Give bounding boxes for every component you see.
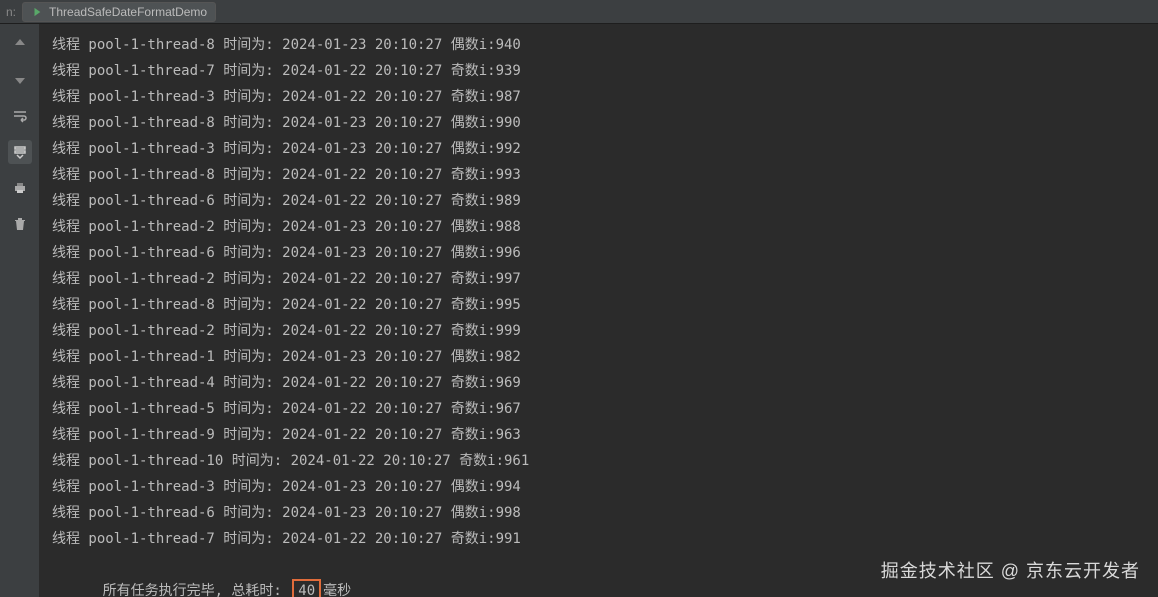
run-config-title: ThreadSafeDateFormatDemo xyxy=(49,5,207,19)
summary-prefix: 所有任务执行完毕, 总耗时: xyxy=(103,583,291,597)
log-line: 线程 pool-1-thread-6 时间为: 2024-01-23 20:10… xyxy=(52,240,1158,266)
log-line: 线程 pool-1-thread-5 时间为: 2024-01-22 20:10… xyxy=(52,396,1158,422)
log-line: 线程 pool-1-thread-8 时间为: 2024-01-23 20:10… xyxy=(52,110,1158,136)
scroll-to-end-icon[interactable] xyxy=(8,140,32,164)
log-line: 线程 pool-1-thread-4 时间为: 2024-01-22 20:10… xyxy=(52,370,1158,396)
run-icon xyxy=(31,6,43,18)
log-line: 线程 pool-1-thread-2 时间为: 2024-01-22 20:10… xyxy=(52,266,1158,292)
log-line: 线程 pool-1-thread-6 时间为: 2024-01-23 20:10… xyxy=(52,500,1158,526)
console-sidebar xyxy=(0,24,40,597)
up-stack-icon[interactable] xyxy=(8,32,32,56)
run-config-tab[interactable]: ThreadSafeDateFormatDemo xyxy=(22,2,216,22)
log-line: 线程 pool-1-thread-2 时间为: 2024-01-23 20:10… xyxy=(52,214,1158,240)
soft-wrap-icon[interactable] xyxy=(8,104,32,128)
print-icon[interactable] xyxy=(8,176,32,200)
log-line: 线程 pool-1-thread-6 时间为: 2024-01-22 20:10… xyxy=(52,188,1158,214)
console-output[interactable]: 线程 pool-1-thread-8 时间为: 2024-01-23 20:10… xyxy=(40,24,1158,597)
log-line: 线程 pool-1-thread-9 时间为: 2024-01-22 20:10… xyxy=(52,422,1158,448)
log-line: 线程 pool-1-thread-7 时间为: 2024-01-22 20:10… xyxy=(52,526,1158,552)
log-line: 线程 pool-1-thread-3 时间为: 2024-01-23 20:10… xyxy=(52,136,1158,162)
run-tool-header: n: ThreadSafeDateFormatDemo xyxy=(0,0,1158,24)
main-area: 线程 pool-1-thread-8 时间为: 2024-01-23 20:10… xyxy=(0,24,1158,597)
summary-suffix: 毫秒 xyxy=(323,583,351,597)
log-line: 线程 pool-1-thread-1 时间为: 2024-01-23 20:10… xyxy=(52,344,1158,370)
summary-highlight: 40 xyxy=(292,579,321,597)
header-prefix: n: xyxy=(6,5,16,19)
log-line: 线程 pool-1-thread-8 时间为: 2024-01-22 20:10… xyxy=(52,292,1158,318)
log-line: 线程 pool-1-thread-3 时间为: 2024-01-23 20:10… xyxy=(52,474,1158,500)
log-line: 线程 pool-1-thread-7 时间为: 2024-01-22 20:10… xyxy=(52,58,1158,84)
down-stack-icon[interactable] xyxy=(8,68,32,92)
log-line: 线程 pool-1-thread-3 时间为: 2024-01-22 20:10… xyxy=(52,84,1158,110)
summary-line: 所有任务执行完毕, 总耗时: 40毫秒 xyxy=(52,552,1158,597)
log-line: 线程 pool-1-thread-8 时间为: 2024-01-22 20:10… xyxy=(52,162,1158,188)
log-line: 线程 pool-1-thread-2 时间为: 2024-01-22 20:10… xyxy=(52,318,1158,344)
trash-icon[interactable] xyxy=(8,212,32,236)
log-line: 线程 pool-1-thread-10 时间为: 2024-01-22 20:1… xyxy=(52,448,1158,474)
log-line: 线程 pool-1-thread-8 时间为: 2024-01-23 20:10… xyxy=(52,32,1158,58)
